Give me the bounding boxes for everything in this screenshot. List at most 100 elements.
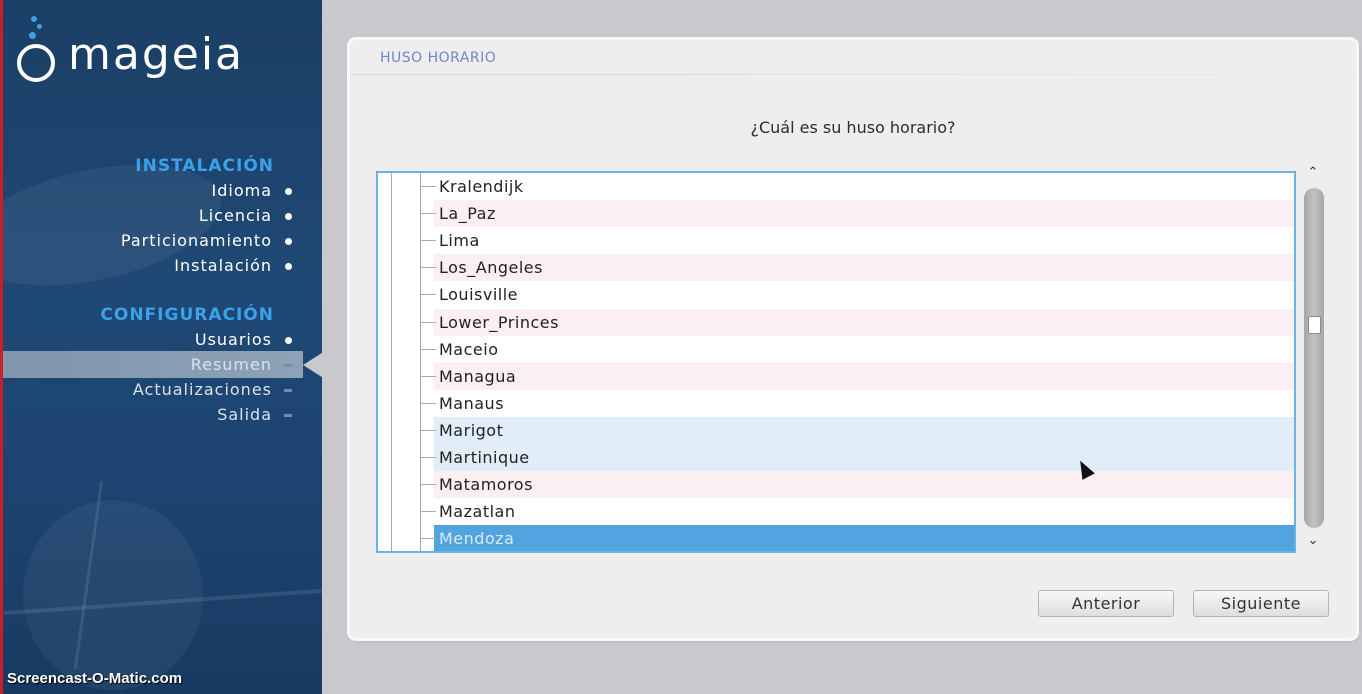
- tree-branch-line: [420, 186, 436, 187]
- row-background: [434, 227, 1294, 255]
- list-scrollbar[interactable]: ⌃ ⌄: [1298, 166, 1330, 556]
- scroll-track[interactable]: [1304, 188, 1324, 528]
- scroll-up-icon[interactable]: ⌃: [1304, 166, 1322, 180]
- row-background: [434, 389, 1294, 417]
- timezone-label: Kralendijk: [439, 177, 524, 196]
- nav-item-idioma: Idioma: [211, 181, 292, 200]
- timezone-row[interactable]: Martinique: [378, 444, 1294, 471]
- tree-branch-line: [420, 267, 436, 269]
- row-background: [434, 335, 1294, 363]
- mageia-logo: mageia: [13, 14, 313, 84]
- timezone-label: Marigot: [439, 420, 504, 440]
- row-background: [434, 471, 1294, 499]
- nav-item-particionamiento: Particionamiento: [120, 231, 292, 250]
- scroll-down-icon[interactable]: ⌄: [1304, 534, 1322, 548]
- row-background: [434, 498, 1294, 526]
- nav-item-usuarios: Usuarios: [194, 330, 292, 349]
- logo-cauldron-icon: [17, 44, 55, 82]
- step-done-dot-icon: [285, 213, 292, 220]
- timezone-label: Mendoza: [439, 529, 515, 549]
- timezone-label: Lower_Princes: [439, 312, 559, 332]
- step-pending-dash-icon: [284, 389, 292, 392]
- timezone-label: Los_Angeles: [439, 258, 543, 278]
- row-background: [434, 173, 1294, 200]
- step-done-dot-icon: [285, 337, 292, 344]
- timezone-label: Louisville: [439, 285, 518, 305]
- question-text: ¿Cuál es su huso horario?: [750, 118, 956, 137]
- step-pending-dash-icon: [284, 364, 292, 367]
- nav-label: Resumen: [190, 355, 272, 374]
- tree-branch-line: [420, 484, 436, 486]
- page-title: HUSO HORARIO: [380, 50, 497, 66]
- timezone-label: La_Paz: [439, 204, 496, 224]
- timezone-row[interactable]: Maceio: [378, 335, 1294, 363]
- timezone-row[interactable]: Mazatlan: [378, 498, 1294, 526]
- logo-text: mageia: [68, 29, 245, 80]
- timezone-row-selected[interactable]: Mendoza: [378, 525, 1294, 551]
- timezone-label: Mazatlan: [439, 502, 516, 522]
- timezone-row[interactable]: Los_Angeles: [378, 254, 1294, 282]
- watermark: Screencast-O-Matic.com: [7, 670, 183, 687]
- timezone-label: Martinique: [439, 448, 530, 467]
- section-title-configuration: CONFIGURACIÓN: [100, 305, 274, 325]
- timezone-row[interactable]: Kralendijk: [378, 173, 1294, 200]
- nav-label: Particionamiento: [120, 231, 272, 250]
- timezone-label: Lima: [439, 231, 480, 251]
- row-background: [434, 254, 1294, 282]
- tree-branch-line: [420, 321, 436, 323]
- main-panel: HUSO HORARIO ¿Cuál es su huso horario? K…: [350, 40, 1356, 638]
- nav-label: Idioma: [211, 181, 272, 200]
- nav-item-resumen: Resumen: [190, 355, 292, 374]
- step-done-dot-icon: [285, 238, 292, 245]
- step-pending-dash-icon: [284, 414, 292, 417]
- timezone-label: Managua: [439, 366, 517, 386]
- tree-branch-line: [420, 511, 436, 513]
- nav-label: Actualizaciones: [132, 380, 272, 399]
- tree-branch-line: [420, 538, 436, 540]
- row-background: [434, 444, 1294, 471]
- tree-branch-line: [420, 294, 436, 296]
- timezone-row[interactable]: Louisville: [378, 281, 1294, 309]
- header-divider: [350, 74, 1356, 75]
- next-button[interactable]: Siguiente: [1193, 590, 1329, 617]
- previous-button[interactable]: Anterior: [1038, 590, 1174, 617]
- timezone-label: Matamoros: [439, 475, 533, 495]
- nav-label: Salida: [217, 405, 272, 424]
- timezone-row[interactable]: La_Paz: [378, 200, 1294, 228]
- tree-branch-line: [420, 240, 436, 242]
- section-title-installation: INSTALACIÓN: [135, 156, 274, 176]
- nav-item-licencia: Licencia: [198, 206, 292, 225]
- nav-item-instalacion: Instalación: [174, 256, 292, 275]
- nav-label: Instalación: [174, 256, 272, 275]
- timezone-row[interactable]: Matamoros: [378, 471, 1294, 499]
- timezone-label: Manaus: [439, 393, 505, 413]
- timezone-row[interactable]: Lima: [378, 227, 1294, 255]
- timezone-tree-list[interactable]: Kralendijk La_Paz Lima Los_Angeles Louisvill…: [376, 171, 1296, 553]
- tree-branch-line: [420, 213, 436, 215]
- tree-branch-line: [420, 457, 436, 458]
- step-done-dot-icon: [285, 263, 292, 270]
- timezone-row[interactable]: Lower_Princes: [378, 308, 1294, 336]
- tree-branch-line: [420, 402, 436, 404]
- row-background: [434, 281, 1294, 309]
- nav-item-actualizaciones: Actualizaciones: [132, 380, 292, 399]
- sidebar: mageia INSTALACIÓN Idioma Licencia Parti…: [0, 0, 322, 694]
- nav-label: Usuarios: [194, 330, 272, 349]
- row-background: [434, 416, 1294, 444]
- step-done-dot-icon: [285, 188, 292, 195]
- row-background: [434, 362, 1294, 390]
- timezone-row[interactable]: Marigot: [378, 416, 1294, 444]
- row-background: [434, 200, 1294, 228]
- row-background: [434, 308, 1294, 336]
- timezone-row[interactable]: Manaus: [378, 389, 1294, 417]
- nav-item-salida: Salida: [217, 405, 292, 424]
- scroll-thumb[interactable]: [1308, 316, 1321, 334]
- tree-branch-line: [420, 348, 436, 350]
- row-background: [434, 525, 1294, 551]
- tree-branch-line: [420, 429, 436, 431]
- nav-label: Licencia: [198, 206, 272, 225]
- timezone-row[interactable]: Managua: [378, 362, 1294, 390]
- decorative-flower: [23, 500, 203, 690]
- tree-branch-line: [420, 375, 436, 377]
- timezone-label: Maceio: [439, 339, 499, 359]
